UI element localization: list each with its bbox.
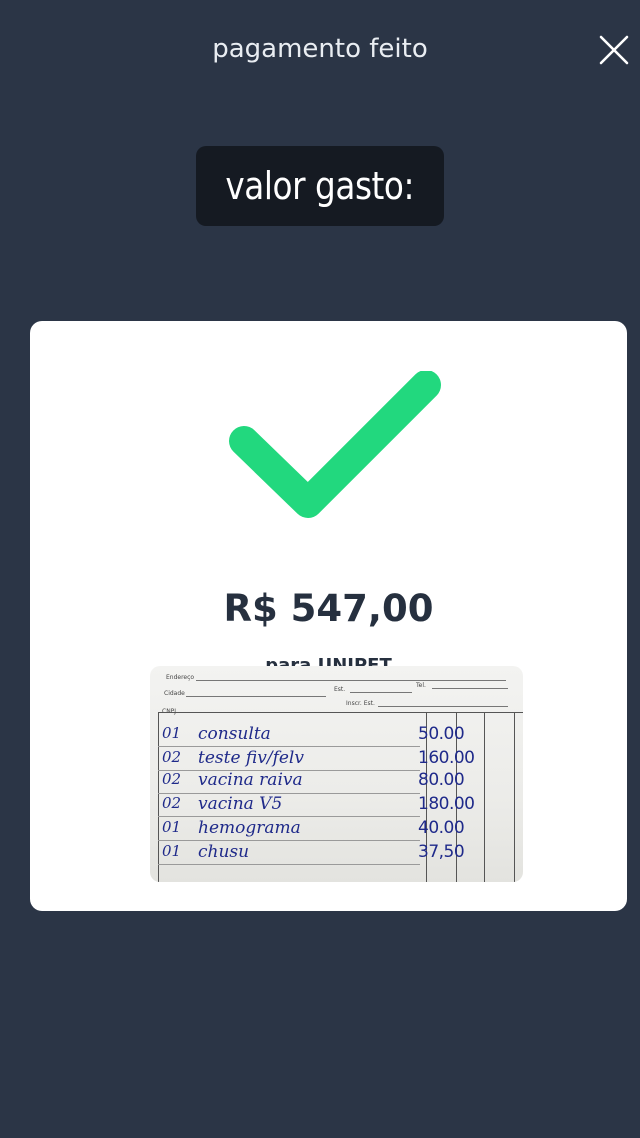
row-description: chusu <box>198 842 250 862</box>
row-description: vacina V5 <box>198 794 283 814</box>
row-qty: 02 <box>162 794 182 812</box>
story-caption: valor gasto: <box>196 146 444 226</box>
row-description: hemograma <box>198 818 301 838</box>
close-button[interactable] <box>598 34 630 66</box>
row-qty: 01 <box>162 724 182 742</box>
receipt-label-tel: Tel. <box>416 682 426 689</box>
row-description: vacina raiva <box>198 770 303 790</box>
row-qty: 01 <box>162 818 182 836</box>
form-line <box>196 680 506 681</box>
caption-text: valor gasto: <box>225 164 415 208</box>
row-qty: 02 <box>162 770 182 788</box>
receipt-row: 01 hemograma 40.00 <box>160 818 510 840</box>
receipt-row: 02 vacina raiva 80.00 <box>160 770 510 792</box>
form-line <box>186 696 326 697</box>
row-value: 80.00 <box>418 770 465 790</box>
receipt-photo: Endereço Cidade Est. Tel. CNPJ Inscr. Es… <box>150 666 523 882</box>
form-line <box>350 692 412 693</box>
payment-card: R$ 547,00 para UNIPET Endereço Cidade Es… <box>30 321 627 911</box>
form-line <box>432 688 508 689</box>
row-value: 40.00 <box>418 818 465 838</box>
receipt-label-inscr: Inscr. Est. <box>346 700 375 707</box>
table-divider <box>514 712 515 882</box>
close-icon <box>599 35 629 65</box>
row-value: 160.00 <box>418 748 475 768</box>
receipt-label-cidade: Cidade <box>164 690 185 697</box>
row-description: teste fiv/felv <box>198 748 304 768</box>
receipt-row: 01 chusu 37,50 <box>160 842 510 864</box>
receipt-row: 01 consulta 50.00 <box>160 724 510 746</box>
row-value: 180.00 <box>418 794 475 814</box>
receipt-label-endereco: Endereço <box>166 674 195 681</box>
row-line <box>158 746 420 747</box>
row-qty: 02 <box>162 748 182 766</box>
receipt-label-est: Est. <box>334 686 346 693</box>
row-value: 37,50 <box>418 842 465 862</box>
row-value: 50.00 <box>418 724 465 744</box>
form-line <box>378 706 508 707</box>
row-description: consulta <box>198 724 271 744</box>
receipt-row: 02 vacina V5 180.00 <box>160 794 510 816</box>
row-qty: 01 <box>162 842 182 860</box>
row-line <box>158 864 420 865</box>
row-line <box>158 816 420 817</box>
receipt-row: 02 teste fiv/felv 160.00 <box>160 748 510 770</box>
page-title: pagamento feito <box>212 34 428 64</box>
payment-amount: R$ 547,00 <box>223 587 434 630</box>
row-line <box>158 840 420 841</box>
checkmark-icon <box>229 371 441 518</box>
